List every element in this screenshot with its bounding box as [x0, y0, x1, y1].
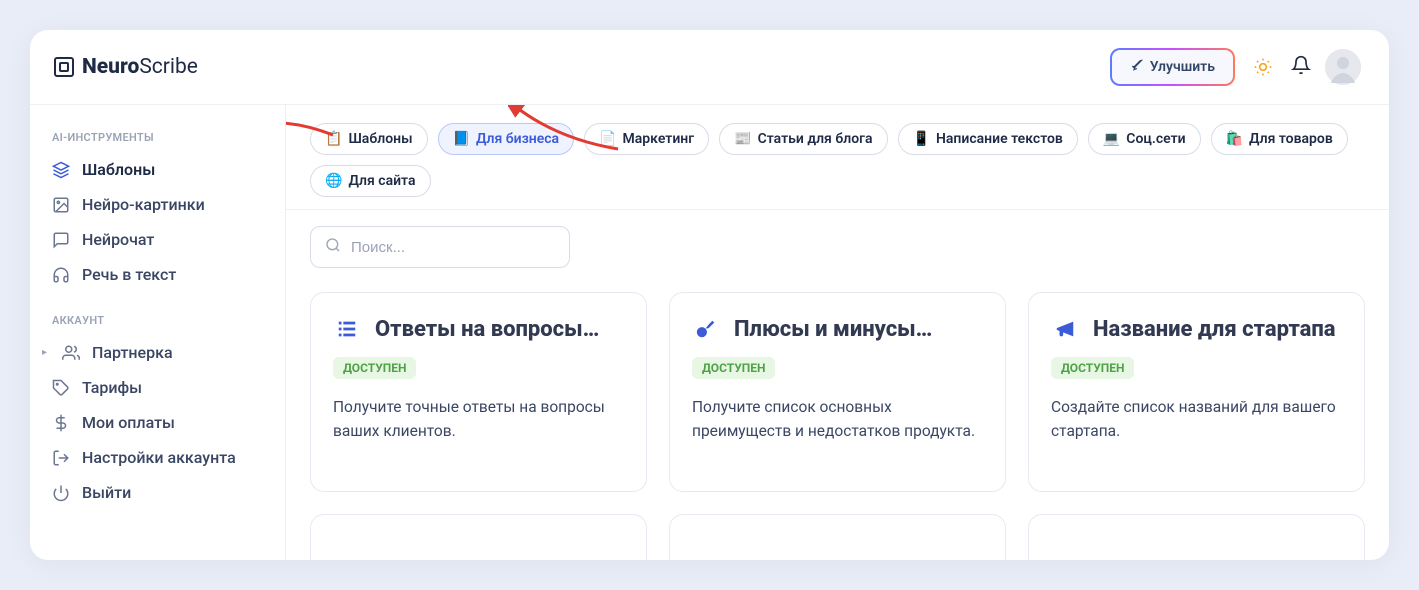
- upgrade-label: Улучшить: [1150, 59, 1215, 75]
- rocket-icon: [1130, 58, 1144, 76]
- template-card[interactable]: Плюсы и минусы… ДОСТУПЕН Получите список…: [669, 292, 1006, 492]
- sidebar-item-payments[interactable]: Мои оплаты: [30, 405, 285, 440]
- template-card[interactable]: Ответы на вопросы… ДОСТУПЕН Получите точ…: [310, 292, 647, 492]
- app-window: NeuroScribe Улучшить AI-ИНСТРУМЕНТЫ: [30, 30, 1389, 560]
- main: 📋 Шаблоны 📘 Для бизнеса 📄 Маркетинг 📰 Ст…: [286, 105, 1389, 560]
- chip-label: Написание текстов: [936, 131, 1063, 147]
- news-icon: 📰: [734, 131, 751, 147]
- template-card[interactable]: Название для стартапа ДОСТУПЕН Создайте …: [1028, 292, 1365, 492]
- sidebar-section-account: АККАУНТ: [30, 306, 285, 335]
- brand-bold: Neuro: [82, 55, 139, 79]
- card-title: Ответы на вопросы…: [375, 317, 599, 342]
- logo[interactable]: NeuroScribe: [54, 55, 198, 79]
- image-icon: [52, 196, 70, 214]
- chip-label: Для сайта: [348, 173, 415, 189]
- sidebar-item-neuro-images[interactable]: Нейро-картинки: [30, 187, 285, 222]
- upgrade-button[interactable]: Улучшить: [1110, 48, 1235, 86]
- template-card[interactable]: [1028, 514, 1365, 560]
- users-icon: [62, 344, 80, 362]
- sidebar-item-label: Выйти: [82, 483, 131, 502]
- laptop-icon: 💻: [1103, 131, 1120, 147]
- card-title: Плюсы и минусы…: [734, 317, 932, 342]
- card-title: Название для стартапа: [1093, 317, 1336, 342]
- power-icon: [52, 484, 70, 502]
- sidebar-item-settings[interactable]: Настройки аккаунта: [30, 440, 285, 475]
- filter-chip-website[interactable]: 🌐 Для сайта: [310, 165, 431, 197]
- filter-chip-marketing[interactable]: 📄 Маркетинг: [584, 123, 709, 155]
- theme-toggle[interactable]: [1249, 53, 1277, 81]
- chip-label: Для товаров: [1249, 131, 1333, 147]
- sidebar-item-label: Нейро-картинки: [82, 195, 205, 214]
- card-description: Создайте список названий для вашего стар…: [1051, 395, 1342, 443]
- phone-icon: 📱: [913, 131, 930, 147]
- document-icon: 📄: [599, 131, 616, 147]
- sidebar-item-speech-to-text[interactable]: Речь в текст: [30, 257, 285, 292]
- sidebar-item-label: Настройки аккаунта: [82, 448, 236, 467]
- header: NeuroScribe Улучшить: [30, 30, 1389, 105]
- status-badge: ДОСТУПЕН: [333, 357, 416, 379]
- search-wrap: [286, 210, 1389, 292]
- headphones-icon: [52, 266, 70, 284]
- bag-icon: 🛍️: [1226, 131, 1243, 147]
- globe-icon: 🌐: [325, 173, 342, 189]
- sidebar-item-label: Партнерка: [92, 343, 173, 362]
- status-badge: ДОСТУПЕН: [692, 357, 775, 379]
- search-icon: [325, 237, 341, 257]
- notifications-button[interactable]: [1291, 55, 1311, 79]
- sidebar: AI-ИНСТРУМЕНТЫ Шаблоны Нейро-картинки Не…: [30, 105, 286, 560]
- sidebar-item-partner[interactable]: ▸ Партнерка: [30, 335, 285, 370]
- filter-row: 📋 Шаблоны 📘 Для бизнеса 📄 Маркетинг 📰 Ст…: [286, 105, 1389, 210]
- sidebar-item-label: Шаблоны: [82, 160, 155, 179]
- key-icon: [692, 315, 720, 343]
- filter-chip-products[interactable]: 🛍️ Для товаров: [1211, 123, 1348, 155]
- sidebar-item-templates[interactable]: Шаблоны: [30, 152, 285, 187]
- chip-label: Маркетинг: [623, 131, 695, 147]
- search-box[interactable]: [310, 226, 570, 268]
- dollar-icon: [52, 414, 70, 432]
- card-description: Получите точные ответы на вопросы ваших …: [333, 395, 624, 443]
- filter-chip-business[interactable]: 📘 Для бизнеса: [438, 123, 575, 155]
- template-card[interactable]: [669, 514, 1006, 560]
- book-icon: 📘: [453, 131, 470, 147]
- megaphone-icon: [1051, 315, 1079, 343]
- search-input[interactable]: [351, 239, 555, 256]
- sidebar-item-label: Мои оплаты: [82, 413, 175, 432]
- logo-icon: [54, 57, 74, 77]
- filter-chip-templates[interactable]: 📋 Шаблоны: [310, 123, 428, 155]
- list-icon: [333, 315, 361, 343]
- chat-icon: [52, 231, 70, 249]
- logout-icon: [52, 449, 70, 467]
- sidebar-item-label: Нейрочат: [82, 230, 154, 249]
- sidebar-item-label: Тарифы: [82, 378, 142, 397]
- body: AI-ИНСТРУМЕНТЫ Шаблоны Нейро-картинки Не…: [30, 105, 1389, 560]
- brand-light: Scribe: [139, 55, 198, 79]
- header-actions: Улучшить: [1110, 48, 1361, 86]
- chip-label: Для бизнеса: [476, 131, 559, 147]
- card-description: Получите список основных преимуществ и н…: [692, 395, 983, 443]
- avatar[interactable]: [1325, 49, 1361, 85]
- status-badge: ДОСТУПЕН: [1051, 357, 1134, 379]
- filter-chip-social[interactable]: 💻 Соц.сети: [1088, 123, 1201, 155]
- chip-label: Статьи для блога: [758, 131, 873, 147]
- sidebar-item-label: Речь в текст: [82, 265, 176, 284]
- chip-label: Соц.сети: [1126, 131, 1185, 147]
- tag-icon: [52, 379, 70, 397]
- sidebar-item-neurochat[interactable]: Нейрочат: [30, 222, 285, 257]
- clipboard-icon: 📋: [325, 131, 342, 147]
- cards-grid: Ответы на вопросы… ДОСТУПЕН Получите точ…: [286, 292, 1389, 560]
- template-card[interactable]: [310, 514, 647, 560]
- filter-chip-blog[interactable]: 📰 Статьи для блога: [719, 123, 887, 155]
- sidebar-item-pricing[interactable]: Тарифы: [30, 370, 285, 405]
- filter-chip-writing[interactable]: 📱 Написание текстов: [898, 123, 1078, 155]
- sidebar-section-tools: AI-ИНСТРУМЕНТЫ: [30, 123, 285, 152]
- layers-icon: [52, 161, 70, 179]
- sidebar-item-logout[interactable]: Выйти: [30, 475, 285, 510]
- chevron-right-icon: ▸: [42, 347, 52, 358]
- chip-label: Шаблоны: [348, 131, 412, 147]
